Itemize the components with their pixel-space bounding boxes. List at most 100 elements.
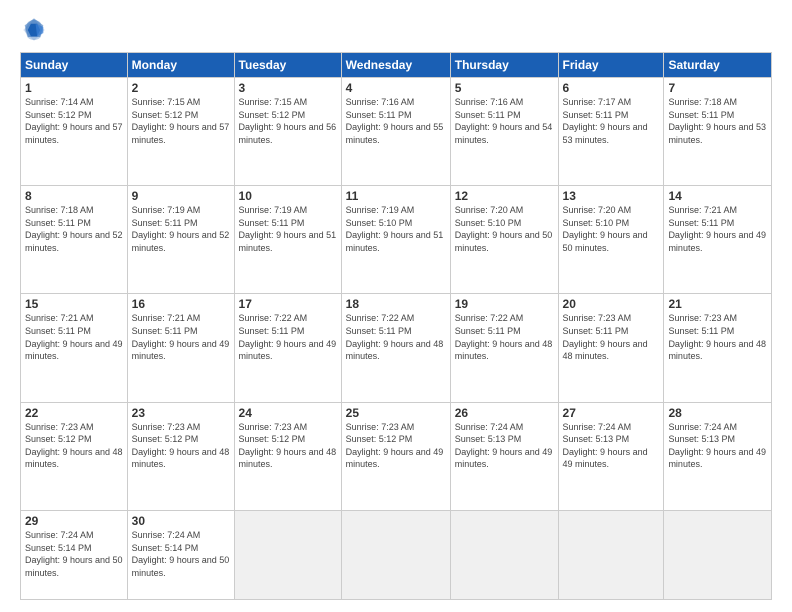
day-info: Sunrise: 7:20 AMSunset: 5:10 PMDaylight:… [563,204,660,254]
weekday-header: Tuesday [234,53,341,78]
day-info: Sunrise: 7:22 AMSunset: 5:11 PMDaylight:… [455,312,554,362]
day-number: 28 [668,406,767,420]
calendar-cell: 18Sunrise: 7:22 AMSunset: 5:11 PMDayligh… [341,294,450,402]
weekday-header: Thursday [450,53,558,78]
day-info: Sunrise: 7:24 AMSunset: 5:13 PMDaylight:… [455,421,554,471]
day-info: Sunrise: 7:23 AMSunset: 5:12 PMDaylight:… [239,421,337,471]
day-info: Sunrise: 7:21 AMSunset: 5:11 PMDaylight:… [668,204,767,254]
day-info: Sunrise: 7:23 AMSunset: 5:12 PMDaylight:… [25,421,123,471]
page: SundayMondayTuesdayWednesdayThursdayFrid… [0,0,792,612]
day-number: 2 [132,81,230,95]
calendar-cell: 21Sunrise: 7:23 AMSunset: 5:11 PMDayligh… [664,294,772,402]
day-info: Sunrise: 7:19 AMSunset: 5:11 PMDaylight:… [239,204,337,254]
day-info: Sunrise: 7:16 AMSunset: 5:11 PMDaylight:… [346,96,446,146]
calendar-cell: 1Sunrise: 7:14 AMSunset: 5:12 PMDaylight… [21,78,128,186]
day-number: 16 [132,297,230,311]
calendar-cell: 4Sunrise: 7:16 AMSunset: 5:11 PMDaylight… [341,78,450,186]
day-info: Sunrise: 7:15 AMSunset: 5:12 PMDaylight:… [132,96,230,146]
calendar-cell [234,510,341,599]
day-number: 1 [25,81,123,95]
day-number: 27 [563,406,660,420]
calendar-cell: 14Sunrise: 7:21 AMSunset: 5:11 PMDayligh… [664,186,772,294]
calendar-cell [341,510,450,599]
day-info: Sunrise: 7:24 AMSunset: 5:13 PMDaylight:… [668,421,767,471]
day-number: 9 [132,189,230,203]
calendar-cell: 29Sunrise: 7:24 AMSunset: 5:14 PMDayligh… [21,510,128,599]
calendar-header-row: SundayMondayTuesdayWednesdayThursdayFrid… [21,53,772,78]
day-info: Sunrise: 7:15 AMSunset: 5:12 PMDaylight:… [239,96,337,146]
calendar-cell: 16Sunrise: 7:21 AMSunset: 5:11 PMDayligh… [127,294,234,402]
calendar-cell: 25Sunrise: 7:23 AMSunset: 5:12 PMDayligh… [341,402,450,510]
day-info: Sunrise: 7:18 AMSunset: 5:11 PMDaylight:… [668,96,767,146]
calendar-cell: 11Sunrise: 7:19 AMSunset: 5:10 PMDayligh… [341,186,450,294]
day-info: Sunrise: 7:18 AMSunset: 5:11 PMDaylight:… [25,204,123,254]
day-number: 10 [239,189,337,203]
calendar-cell: 26Sunrise: 7:24 AMSunset: 5:13 PMDayligh… [450,402,558,510]
day-info: Sunrise: 7:23 AMSunset: 5:11 PMDaylight:… [563,312,660,362]
day-number: 15 [25,297,123,311]
calendar-cell: 30Sunrise: 7:24 AMSunset: 5:14 PMDayligh… [127,510,234,599]
calendar-week-row: 1Sunrise: 7:14 AMSunset: 5:12 PMDaylight… [21,78,772,186]
day-number: 19 [455,297,554,311]
day-number: 24 [239,406,337,420]
day-number: 18 [346,297,446,311]
calendar-table: SundayMondayTuesdayWednesdayThursdayFrid… [20,52,772,600]
day-number: 12 [455,189,554,203]
day-info: Sunrise: 7:19 AMSunset: 5:11 PMDaylight:… [132,204,230,254]
day-info: Sunrise: 7:21 AMSunset: 5:11 PMDaylight:… [132,312,230,362]
calendar-cell: 28Sunrise: 7:24 AMSunset: 5:13 PMDayligh… [664,402,772,510]
day-info: Sunrise: 7:17 AMSunset: 5:11 PMDaylight:… [563,96,660,146]
day-info: Sunrise: 7:24 AMSunset: 5:14 PMDaylight:… [25,529,123,579]
calendar-cell: 27Sunrise: 7:24 AMSunset: 5:13 PMDayligh… [558,402,664,510]
calendar-week-row: 15 Sunrise: 7:21 AMSunset: 5:11 PMDayligh… [21,294,772,402]
day-number: 22 [25,406,123,420]
day-info: Sunrise: 7:20 AMSunset: 5:10 PMDaylight:… [455,204,554,254]
calendar-cell: 19Sunrise: 7:22 AMSunset: 5:11 PMDayligh… [450,294,558,402]
day-number: 13 [563,189,660,203]
calendar-cell: 5Sunrise: 7:16 AMSunset: 5:11 PMDaylight… [450,78,558,186]
day-number: 4 [346,81,446,95]
calendar-cell: 10Sunrise: 7:19 AMSunset: 5:11 PMDayligh… [234,186,341,294]
calendar-cell: 13Sunrise: 7:20 AMSunset: 5:10 PMDayligh… [558,186,664,294]
day-info: Sunrise: 7:22 AMSunset: 5:11 PMDaylight:… [346,312,446,362]
day-number: 29 [25,514,123,528]
calendar-cell: 17Sunrise: 7:22 AMSunset: 5:11 PMDayligh… [234,294,341,402]
day-info: Sunrise: 7:16 AMSunset: 5:11 PMDaylight:… [455,96,554,146]
calendar-cell: 12Sunrise: 7:20 AMSunset: 5:10 PMDayligh… [450,186,558,294]
calendar-cell: 9Sunrise: 7:19 AMSunset: 5:11 PMDaylight… [127,186,234,294]
day-number: 14 [668,189,767,203]
calendar-cell: 15Sunrise: 7:21 AMSunset: 5:11 PMDayligh… [21,294,128,402]
day-number: 7 [668,81,767,95]
weekday-header: Sunday [21,53,128,78]
day-info: Sunrise: 7:24 AMSunset: 5:14 PMDaylight:… [132,529,230,579]
day-number: 26 [455,406,554,420]
calendar-cell: 6Sunrise: 7:17 AMSunset: 5:11 PMDaylight… [558,78,664,186]
day-number: 25 [346,406,446,420]
day-info: Sunrise: 7:23 AMSunset: 5:12 PMDaylight:… [346,421,446,471]
calendar-week-row: 8Sunrise: 7:18 AMSunset: 5:11 PMDaylight… [21,186,772,294]
day-number: 20 [563,297,660,311]
day-number: 30 [132,514,230,528]
calendar-cell [664,510,772,599]
day-number: 23 [132,406,230,420]
day-number: 11 [346,189,446,203]
logo-icon [20,16,48,44]
header [20,16,772,44]
calendar-cell: 22Sunrise: 7:23 AMSunset: 5:12 PMDayligh… [21,402,128,510]
day-number: 5 [455,81,554,95]
day-number: 17 [239,297,337,311]
calendar-cell [558,510,664,599]
weekday-header: Wednesday [341,53,450,78]
calendar-cell: 8Sunrise: 7:18 AMSunset: 5:11 PMDaylight… [21,186,128,294]
day-info: Sunrise: 7:19 AMSunset: 5:10 PMDaylight:… [346,204,446,254]
logo [20,16,52,44]
calendar-cell: 3Sunrise: 7:15 AMSunset: 5:12 PMDaylight… [234,78,341,186]
day-number: 6 [563,81,660,95]
calendar-cell: 24Sunrise: 7:23 AMSunset: 5:12 PMDayligh… [234,402,341,510]
day-info: Sunrise: 7:24 AMSunset: 5:13 PMDaylight:… [563,421,660,471]
day-number: 21 [668,297,767,311]
weekday-header: Friday [558,53,664,78]
day-info: Sunrise: 7:23 AMSunset: 5:11 PMDaylight:… [668,312,767,362]
day-info: Sunrise: 7:14 AMSunset: 5:12 PMDaylight:… [25,96,123,146]
calendar-week-row: 29Sunrise: 7:24 AMSunset: 5:14 PMDayligh… [21,510,772,599]
